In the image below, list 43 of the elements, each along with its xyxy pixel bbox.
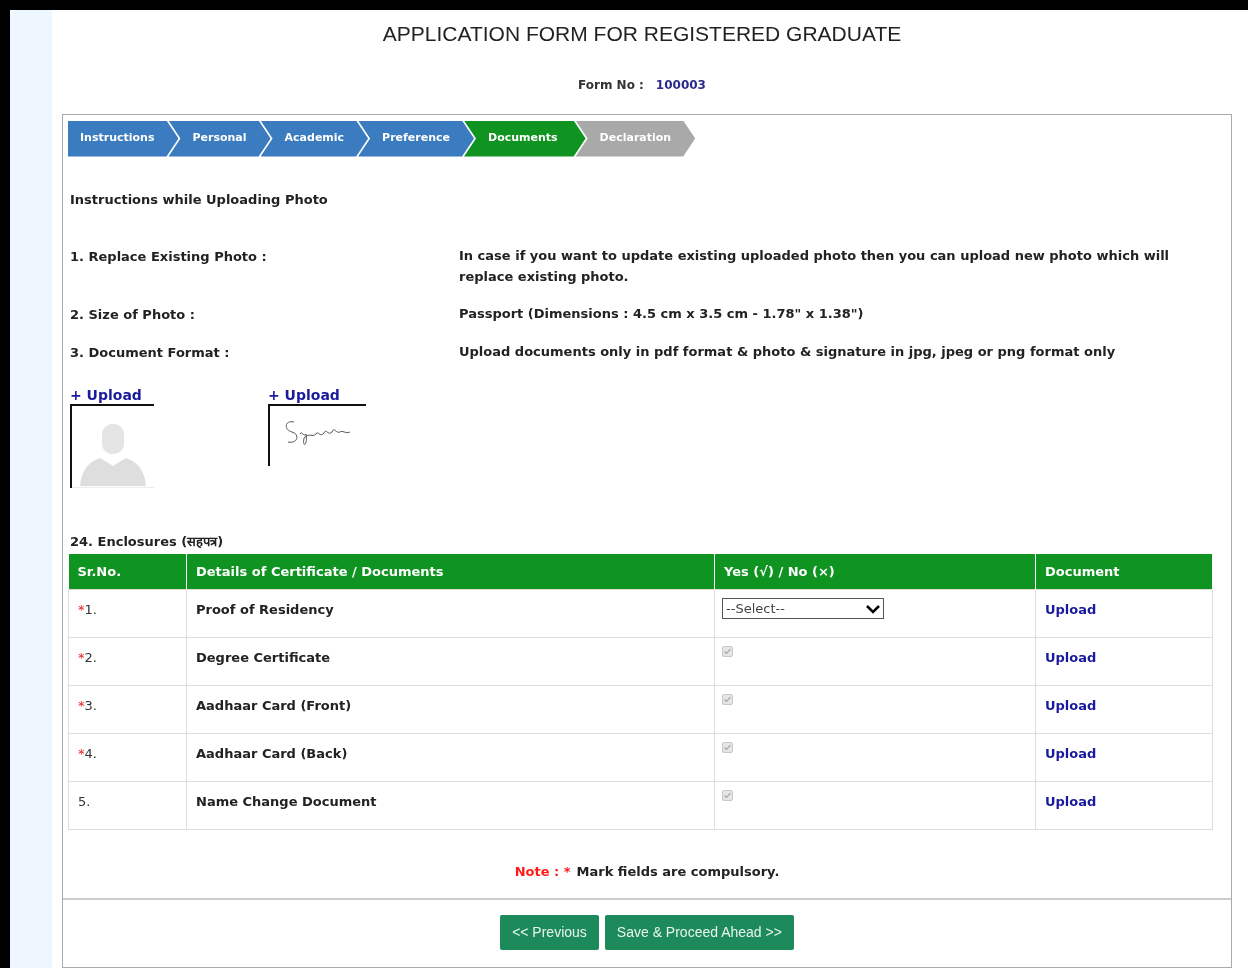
form-number-label: Form No : bbox=[578, 76, 644, 94]
enclosures-heading: 24. Enclosures (सहपत्र) bbox=[70, 533, 225, 551]
table-cell: Name Change Document bbox=[186, 781, 715, 830]
required-asterisk: * bbox=[78, 602, 85, 617]
upload-link[interactable]: + Upload bbox=[268, 386, 340, 404]
wizard-step[interactable]: Personal bbox=[168, 120, 271, 157]
wizard-step[interactable]: Documents bbox=[464, 120, 586, 157]
table-cell: Proof of Residency bbox=[186, 589, 715, 638]
table-cell: Aadhaar Card (Front) bbox=[186, 685, 715, 734]
form-title: APPLICATION FORM FOR REGISTERED GRADUATE bbox=[382, 21, 902, 47]
serial-number: 3. bbox=[84, 698, 97, 713]
instruction-text: In case if you want to update existing uploaded photo then you can upload new photo which will replace existing photo. bbox=[459, 247, 1171, 286]
note-text: Mark fields are compulsory. bbox=[576, 863, 780, 881]
answer-dropdown[interactable]: --Select-- bbox=[722, 598, 884, 619]
upload-link[interactable]: + Upload bbox=[70, 386, 142, 404]
instruction-label: 1. Replace Existing Photo : bbox=[70, 248, 268, 266]
required-asterisk: * bbox=[78, 650, 85, 665]
column-header: Sr.No. bbox=[68, 553, 187, 590]
column-header: Details of Certificate / Documents bbox=[186, 553, 715, 590]
upload-link[interactable]: Upload bbox=[1045, 602, 1097, 617]
table-cell: Degree Certificate bbox=[186, 637, 715, 686]
instructions-heading: Instructions while Uploading Photo bbox=[70, 190, 329, 209]
chevron-down-icon bbox=[866, 603, 880, 614]
serial-number: 1. bbox=[84, 602, 97, 617]
column-header: Document bbox=[1035, 553, 1213, 590]
instruction-text: Upload documents only in pdf format & photo & signature in jpg, jpeg or png format only bbox=[459, 342, 1116, 361]
required-asterisk: * bbox=[78, 698, 85, 713]
serial-number: 5. bbox=[78, 794, 91, 809]
serial-number: 2. bbox=[84, 650, 97, 665]
instruction-text: Passport (Dimensions : 4.5 cm x 3.5 cm - 1.78" x 1.38") bbox=[459, 305, 864, 323]
save-proceed-button[interactable]: Save & Proceed Ahead >> bbox=[604, 914, 794, 950]
column-header: Yes (√) / No (×) bbox=[714, 553, 1036, 590]
previous-button[interactable]: << Previous bbox=[500, 914, 599, 950]
note-label: Note : * bbox=[514, 863, 571, 881]
wizard-step[interactable]: Instructions bbox=[68, 120, 179, 157]
form-number: 100003 bbox=[655, 76, 706, 94]
instruction-label: 3. Document Format : bbox=[70, 343, 231, 362]
required-asterisk: * bbox=[78, 746, 85, 761]
instruction-label: 2. Size of Photo : bbox=[70, 306, 196, 324]
table-cell: Aadhaar Card (Back) bbox=[186, 733, 715, 782]
serial-number: 4. bbox=[84, 746, 97, 761]
wizard-step[interactable]: Preference bbox=[358, 120, 474, 157]
wizard-step[interactable]: Academic bbox=[260, 120, 369, 157]
